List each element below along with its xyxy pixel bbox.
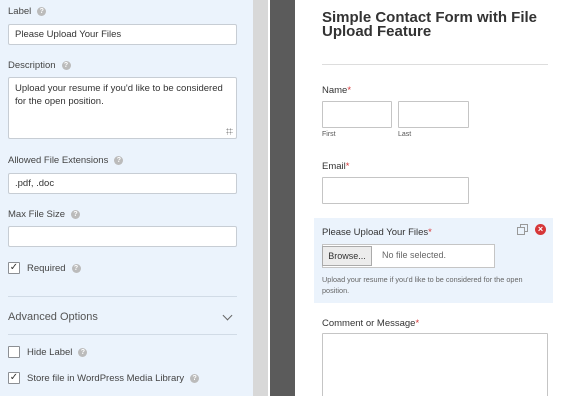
field-options-panel: Label ? Please Upload Your Files Descrip…: [0, 0, 253, 396]
max-size-option-label: Max File Size ?: [8, 209, 81, 220]
help-icon[interactable]: ?: [114, 156, 124, 165]
help-icon[interactable]: ?: [78, 347, 88, 357]
last-name-input[interactable]: [398, 101, 469, 128]
chevron-down-icon: [222, 310, 233, 320]
first-name-input[interactable]: [322, 101, 392, 128]
resize-grip-icon[interactable]: [226, 128, 233, 135]
extensions-option-label: Allowed File Extensions ?: [8, 155, 124, 166]
preview-edge: [270, 0, 295, 396]
form-title: Simple Contact Form with File Upload Fea…: [322, 9, 538, 40]
name-field-label: Name*: [322, 85, 352, 96]
help-icon[interactable]: ?: [61, 61, 71, 70]
file-upload-field[interactable]: Please Upload Your Files* × Browse... No…: [314, 218, 553, 303]
upload-description: Upload your resume if you'd like to be c…: [322, 275, 523, 295]
last-sublabel: Last: [398, 131, 412, 138]
help-icon[interactable]: ?: [190, 373, 200, 383]
label-option-label: Label ?: [8, 6, 47, 17]
comment-textarea[interactable]: [322, 333, 548, 396]
divider: [8, 334, 237, 335]
delete-icon[interactable]: ×: [535, 224, 546, 235]
help-icon[interactable]: ?: [71, 210, 81, 219]
required-checkbox[interactable]: ✓: [8, 262, 20, 274]
help-icon[interactable]: ?: [37, 7, 47, 16]
media-library-checkbox[interactable]: ✓: [8, 372, 20, 384]
email-field-label: Email*: [322, 161, 350, 172]
first-sublabel: First: [322, 131, 336, 138]
extensions-input[interactable]: .pdf, .doc: [8, 173, 237, 194]
hide-label-checkbox[interactable]: [8, 346, 20, 358]
media-library-label: Store file in WordPress Media Library ?: [27, 372, 200, 384]
description-option-label: Description ?: [8, 60, 71, 71]
required-label: Required ?: [27, 262, 81, 274]
email-input[interactable]: [322, 177, 469, 204]
help-icon[interactable]: ?: [71, 263, 81, 273]
divider: [8, 296, 237, 297]
panel-scrollbar[interactable]: [253, 0, 268, 396]
upload-field-label: Please Upload Your Files*: [322, 227, 432, 238]
form-preview: Simple Contact Form with File Upload Fea…: [295, 0, 562, 396]
no-file-text: No file selected.: [382, 250, 447, 260]
duplicate-icon[interactable]: [517, 224, 528, 235]
label-input[interactable]: Please Upload Your Files: [8, 24, 237, 45]
advanced-options-toggle[interactable]: Advanced Options: [8, 310, 237, 323]
title-divider: [322, 64, 548, 65]
max-size-input[interactable]: [8, 226, 237, 247]
browse-button[interactable]: Browse...: [322, 246, 372, 266]
description-textarea[interactable]: Upload your resume if you'd like to be c…: [8, 77, 237, 139]
hide-label-label: Hide Label ?: [27, 346, 88, 358]
comment-field-label: Comment or Message*: [322, 318, 420, 329]
